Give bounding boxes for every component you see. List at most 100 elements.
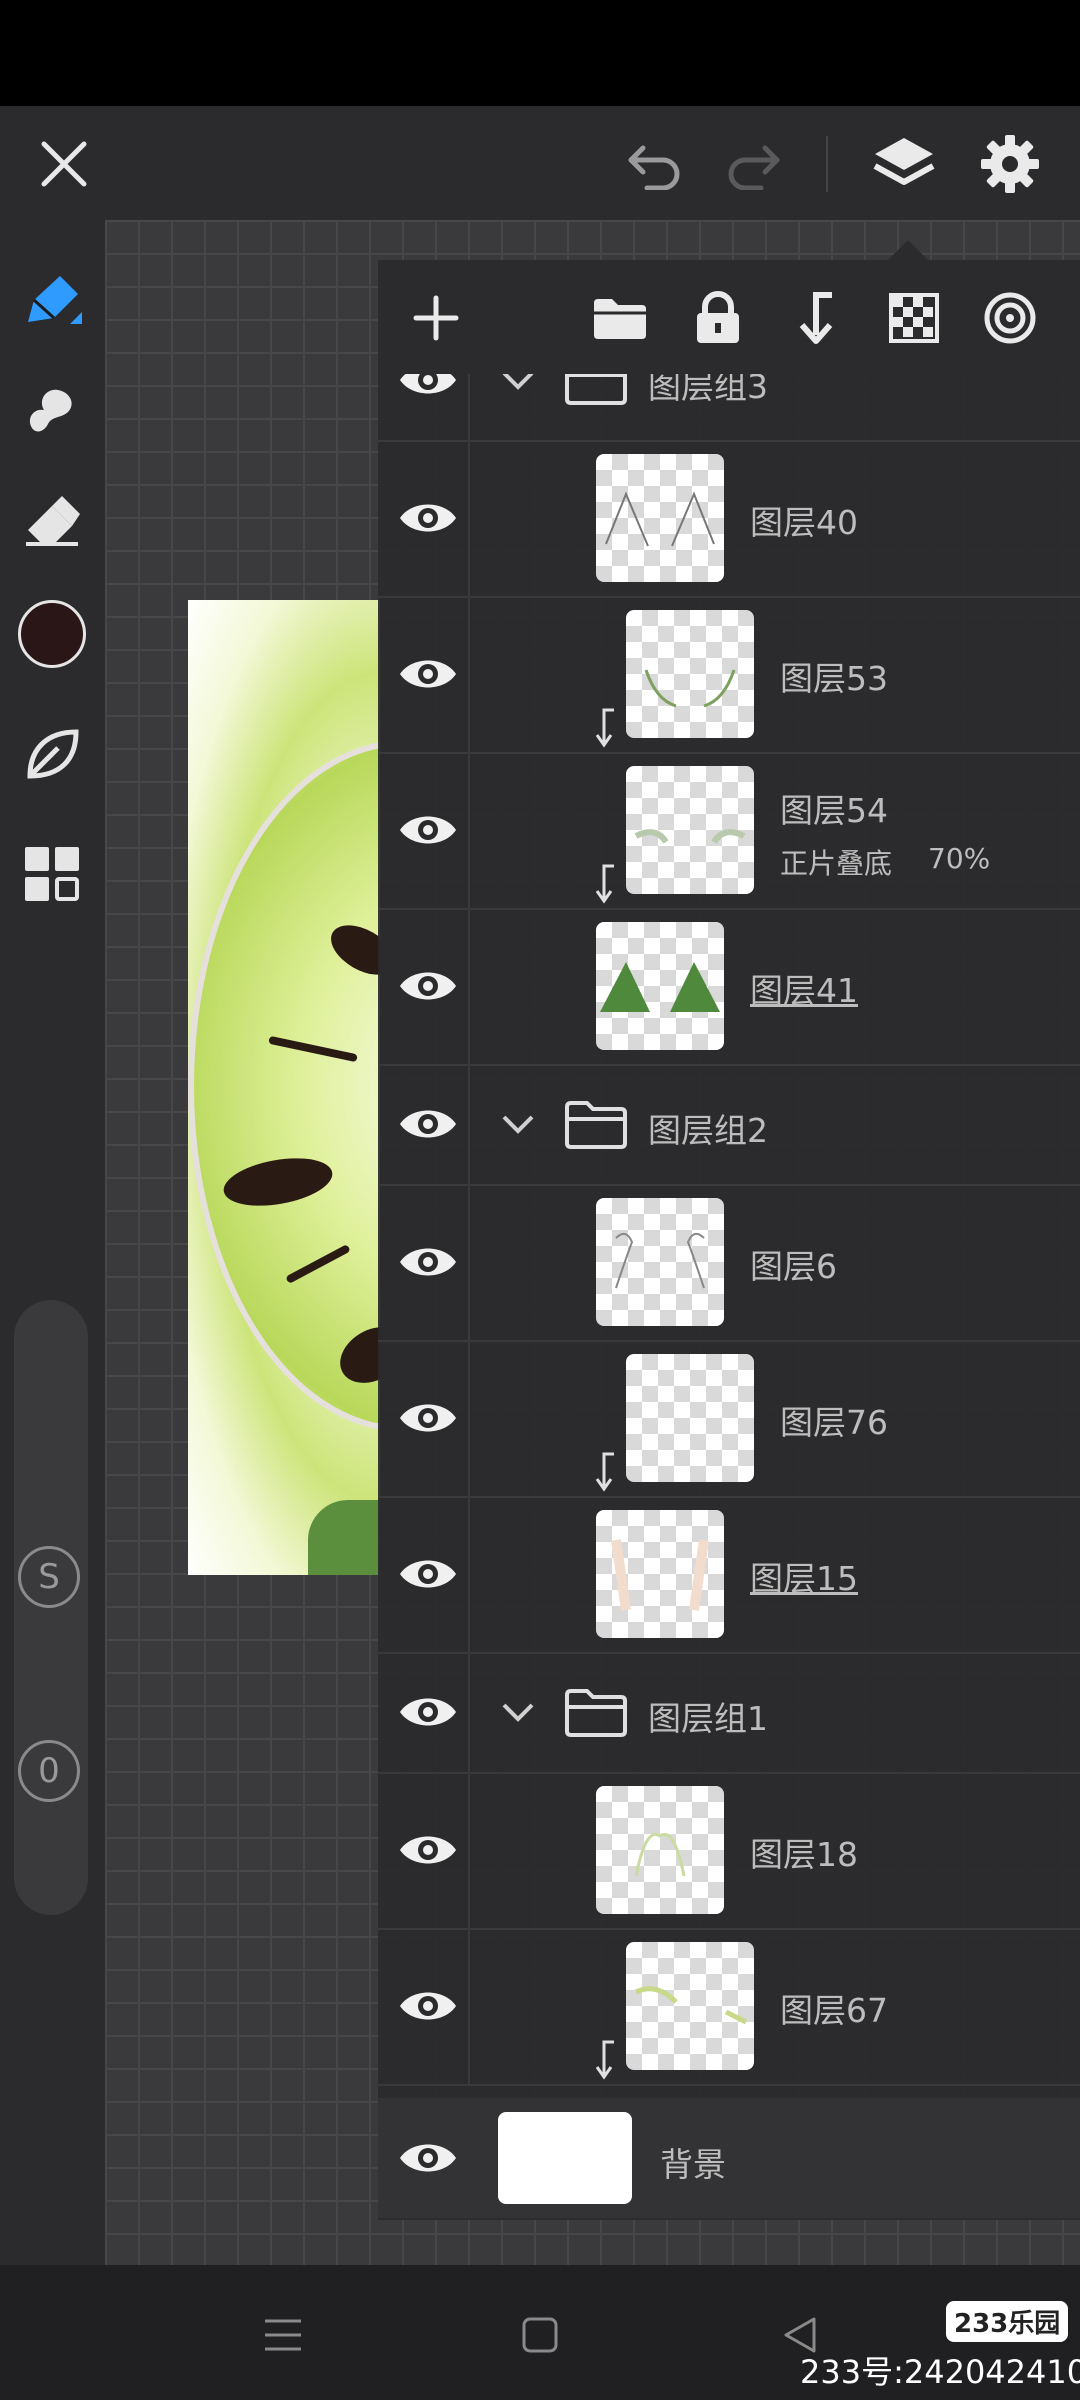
row-divider (468, 374, 470, 440)
eye-icon[interactable] (396, 642, 460, 706)
clip-arrow-icon (594, 864, 618, 904)
layer-name: 图层41 (750, 971, 858, 1010)
layer-group-row[interactable]: 图层组2 (378, 1064, 1080, 1186)
layer-thumbnail (596, 922, 724, 1050)
layer-name: 图层53 (780, 659, 888, 698)
layer-row[interactable]: 图层54 正片叠底 70% (378, 752, 1080, 910)
layer-name: 图层组3 (648, 374, 768, 406)
layer-thumbnail (596, 1198, 724, 1326)
background-layer-row[interactable]: 背景 (378, 2098, 1080, 2218)
layer-group-row[interactable]: 图层组3 (378, 374, 1080, 442)
left-toolbar: S 0 (0, 220, 105, 2265)
folder-icon[interactable] (590, 290, 650, 346)
layer-name: 图层组1 (648, 1699, 768, 1738)
size-slider-label: S (38, 1557, 60, 1597)
group-folder-icon (564, 1094, 630, 1154)
undo-icon[interactable] (620, 130, 690, 200)
layer-opacity: 70% (928, 842, 991, 875)
layer-row[interactable]: 图层6 (378, 1184, 1080, 1342)
eye-icon[interactable] (396, 2126, 460, 2190)
color-swatch[interactable] (14, 596, 90, 672)
eye-icon[interactable] (396, 1386, 460, 1450)
layer-row[interactable]: 图层40 (378, 440, 1080, 598)
layer-row[interactable]: 图层15 (378, 1496, 1080, 1654)
layer-row[interactable]: 图层18 (378, 1772, 1080, 1930)
eye-icon[interactable] (396, 1680, 460, 1744)
target-icon[interactable] (980, 288, 1040, 348)
row-divider (468, 752, 470, 908)
panel-pointer (888, 240, 928, 260)
eye-icon[interactable] (396, 798, 460, 862)
layer-name: 背景 (660, 2145, 726, 2184)
size-slider-knob[interactable]: S (18, 1546, 80, 1608)
gear-icon[interactable] (970, 126, 1050, 202)
layer-row[interactable]: 图层53 (378, 596, 1080, 754)
group-folder-icon (564, 1682, 630, 1742)
toolbar-divider (826, 136, 828, 192)
layer-row[interactable]: 图层67 (378, 1928, 1080, 2086)
eye-icon[interactable] (396, 1230, 460, 1294)
eye-icon[interactable] (396, 1974, 460, 2038)
lock-icon[interactable] (688, 288, 748, 348)
layer-thumbnail (626, 1942, 754, 2070)
chevron-down-icon[interactable] (498, 1104, 538, 1144)
close-icon[interactable] (28, 128, 100, 200)
clip-arrow-icon (594, 2040, 618, 2080)
clip-arrow-icon (594, 708, 618, 748)
layer-group-row[interactable]: 图层组1 (378, 1652, 1080, 1774)
layer-name: 图层76 (780, 1403, 888, 1442)
checker-icon[interactable] (884, 288, 944, 348)
eye-icon[interactable] (396, 954, 460, 1018)
layer-thumbnail (596, 1510, 724, 1638)
artwork-canvas[interactable] (188, 600, 380, 1575)
add-icon[interactable] (408, 290, 464, 346)
eraser-icon[interactable] (14, 480, 90, 556)
grid-icon[interactable] (14, 836, 90, 912)
watermark-text: 233号:242042410 (800, 2353, 1080, 2391)
eye-icon[interactable] (396, 374, 460, 412)
eye-icon[interactable] (396, 1542, 460, 1606)
chevron-down-icon[interactable] (498, 1692, 538, 1732)
layer-list[interactable]: 图层组3 图层40 图层53 图层54 正片叠底 70% 图层41 图层组2 图… (378, 374, 1080, 2220)
opacity-slider-knob[interactable]: 0 (18, 1740, 80, 1802)
eye-icon[interactable] (396, 1092, 460, 1156)
redo-icon[interactable] (718, 130, 788, 200)
layer-name: 图层18 (750, 1835, 858, 1874)
clip-arrow-icon (594, 1452, 618, 1492)
row-divider (468, 1928, 470, 2084)
row-divider (468, 908, 470, 1064)
layer-row[interactable]: 图层41 (378, 908, 1080, 1066)
group-folder-icon (564, 374, 630, 410)
blend-mode: 正片叠底 (780, 847, 893, 880)
background-thumbnail (498, 2112, 632, 2204)
row-divider (468, 440, 470, 596)
menu-icon[interactable] (250, 2309, 316, 2361)
size-slider[interactable]: S 0 (14, 1300, 88, 1915)
layer-thumbnail (626, 610, 754, 738)
layer-panel-toolbar (378, 260, 1080, 374)
row-divider (468, 596, 470, 752)
smudge-icon[interactable] (14, 370, 90, 446)
current-color-circle (18, 600, 86, 668)
row-divider (468, 1772, 470, 1928)
eye-icon[interactable] (396, 1818, 460, 1882)
artwork-circle (188, 740, 380, 1432)
layer-name: 图层15 (750, 1559, 858, 1598)
top-toolbar (0, 106, 1080, 220)
layer-thumbnail (596, 454, 724, 582)
artwork-leaf (308, 1500, 380, 1575)
clip-arrow-icon[interactable] (786, 288, 846, 348)
leaf-icon[interactable] (14, 716, 90, 792)
eye-icon[interactable] (396, 486, 460, 550)
row-divider (468, 1340, 470, 1496)
pen-icon[interactable] (14, 264, 90, 340)
watermark-badge: 233乐园 (946, 2301, 1069, 2342)
chevron-down-icon[interactable] (498, 374, 538, 400)
layers-icon[interactable] (864, 126, 944, 202)
layer-name: 图层6 (750, 1247, 837, 1286)
opacity-slider-label: 0 (38, 1751, 60, 1791)
home-icon[interactable] (510, 2305, 570, 2365)
layer-row[interactable]: 图层76 (378, 1340, 1080, 1498)
row-divider (468, 1652, 470, 1772)
layer-thumbnail (626, 1354, 754, 1482)
